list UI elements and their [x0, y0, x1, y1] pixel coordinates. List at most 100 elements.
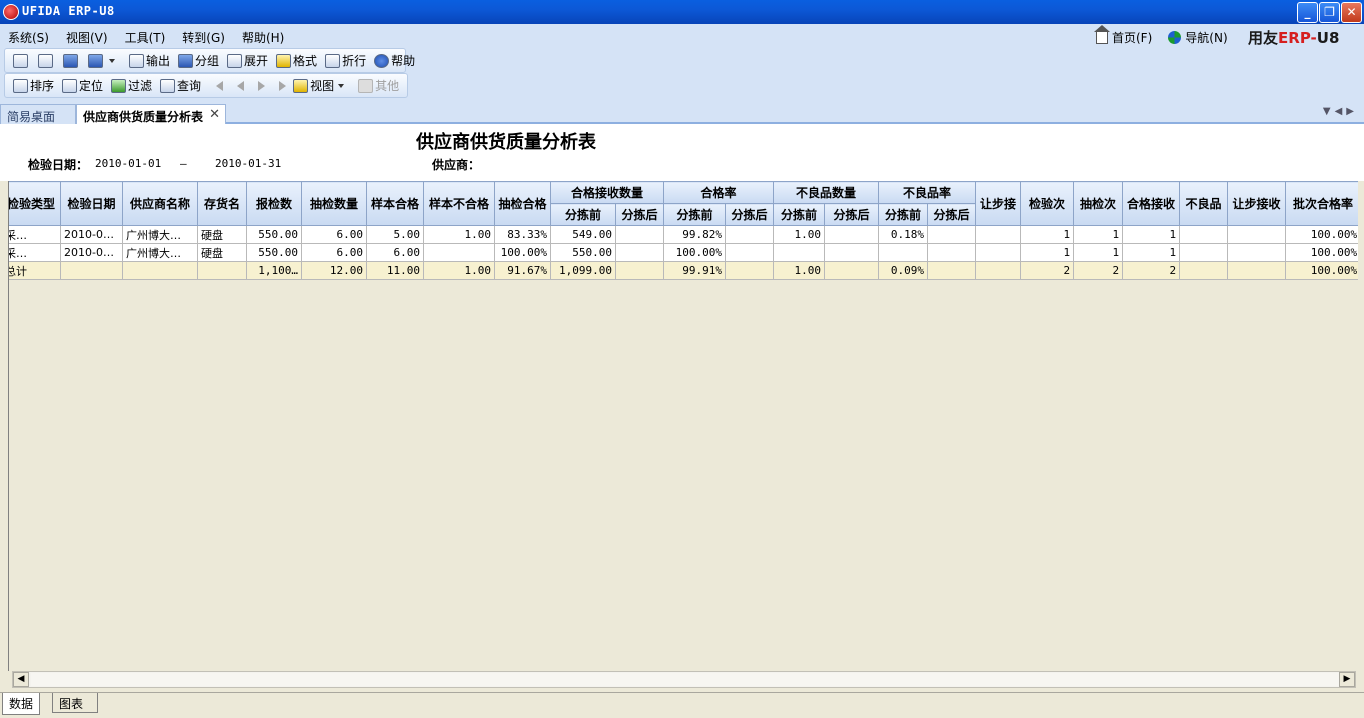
table-cell[interactable]: 硬盘: [197, 243, 247, 262]
filter-button[interactable]: 过滤: [111, 77, 152, 94]
table-cell[interactable]: 550.00: [550, 243, 616, 262]
table-cell[interactable]: 6.00: [366, 243, 424, 262]
table-cell[interactable]: 2: [1122, 261, 1181, 280]
table-cell[interactable]: [1179, 243, 1229, 262]
query-button[interactable]: 查询: [160, 77, 201, 94]
table-cell[interactable]: [423, 243, 495, 262]
menu-goto[interactable]: 转到(G): [182, 29, 225, 46]
table-cell[interactable]: 1: [1020, 225, 1075, 244]
total-row[interactable]: 总计1,100…12.0011.001.0091.67%1,099.0099.9…: [9, 261, 1358, 280]
table-cell[interactable]: [1227, 261, 1287, 280]
col-batch-pass-rate[interactable]: 批次合格率: [1285, 181, 1358, 226]
col-concession[interactable]: 让步接: [975, 181, 1022, 226]
table-cell[interactable]: [1179, 225, 1229, 244]
tab-simple-desktop[interactable]: 简易桌面: [0, 104, 76, 124]
table-cell[interactable]: 1: [1073, 225, 1124, 244]
table-cell[interactable]: 5.00: [366, 225, 424, 244]
col-pass-rate[interactable]: 合格率: [663, 181, 775, 204]
scroll-left-button[interactable]: ◀: [13, 672, 29, 687]
table-cell[interactable]: 6.00: [301, 225, 367, 244]
table-cell[interactable]: 2010-0…: [60, 243, 123, 262]
table-cell[interactable]: 99.91%: [663, 261, 727, 280]
table-cell[interactable]: 1,100…: [246, 261, 302, 280]
table-cell[interactable]: [614, 261, 665, 280]
table-cell[interactable]: 11.00: [366, 261, 424, 280]
table-cell[interactable]: [824, 261, 880, 280]
tab-supplier-quality-report[interactable]: 供应商供货质量分析表 ✕: [76, 104, 226, 124]
subcol-after-sort[interactable]: 分拣后: [725, 203, 775, 226]
table-cell[interactable]: 0.09%: [878, 261, 929, 280]
subcol-before-sort[interactable]: 分拣前: [663, 203, 727, 226]
scroll-thumb[interactable]: [31, 673, 1339, 686]
export-button[interactable]: 输出: [129, 52, 170, 69]
table-cell[interactable]: 6.00: [301, 243, 367, 262]
table-cell[interactable]: [725, 261, 775, 280]
menu-tools[interactable]: 工具(T): [125, 29, 166, 46]
first-record-icon[interactable]: [216, 80, 224, 91]
save-as-button[interactable]: [88, 53, 121, 68]
table-cell[interactable]: 采…: [9, 225, 61, 244]
table-cell[interactable]: 1.00: [773, 225, 826, 244]
col-sample-pass-rate[interactable]: 抽检合格: [494, 181, 551, 226]
table-cell[interactable]: 100.00%: [663, 243, 727, 262]
table-cell[interactable]: [975, 225, 1022, 244]
horizontal-scrollbar[interactable]: ◀ ▶: [12, 671, 1356, 688]
table-cell[interactable]: 0.18%: [878, 225, 929, 244]
col-supplier-name[interactable]: 供应商名称: [122, 181, 198, 226]
table-cell[interactable]: [975, 243, 1022, 262]
sheet-tab-data[interactable]: 数据: [2, 693, 41, 715]
table-cell[interactable]: 1,099.00: [550, 261, 616, 280]
col-inventory-name[interactable]: 存货名: [197, 181, 247, 226]
table-cell[interactable]: 549.00: [550, 225, 616, 244]
table-cell[interactable]: 550.00: [246, 225, 302, 244]
nav-link[interactable]: 导航(N): [1168, 29, 1228, 46]
preview-button[interactable]: [38, 53, 55, 68]
table-cell[interactable]: 广州博大…: [122, 243, 198, 262]
table-cell[interactable]: 采…: [9, 243, 61, 262]
table-cell[interactable]: 广州博大…: [122, 225, 198, 244]
last-record-icon[interactable]: [279, 80, 287, 91]
table-cell[interactable]: [927, 243, 977, 262]
table-cell[interactable]: [725, 243, 775, 262]
prev-record-icon[interactable]: [237, 80, 245, 91]
table-cell[interactable]: 100.00%: [1285, 225, 1358, 244]
table-cell[interactable]: 100.00%: [494, 243, 551, 262]
col-accept-qty[interactable]: 合格接收数量: [549, 181, 665, 204]
table-cell[interactable]: [1179, 261, 1229, 280]
table-cell[interactable]: 91.67%: [494, 261, 551, 280]
view-button[interactable]: 视图: [293, 77, 350, 94]
table-cell[interactable]: 99.82%: [663, 225, 727, 244]
col-sample-count[interactable]: 抽检次: [1073, 181, 1124, 226]
home-link[interactable]: 首页(F): [1094, 24, 1152, 46]
col-defect-qty[interactable]: 不良品数量: [773, 181, 880, 204]
table-cell[interactable]: [197, 261, 247, 280]
table-cell[interactable]: [975, 261, 1022, 280]
table-cell[interactable]: 100.00%: [1285, 243, 1358, 262]
table-cell[interactable]: [1227, 243, 1287, 262]
scroll-right-button[interactable]: ▶: [1339, 672, 1355, 687]
table-cell[interactable]: 2: [1073, 261, 1124, 280]
table-cell[interactable]: 12.00: [301, 261, 367, 280]
table-cell[interactable]: 1: [1073, 243, 1124, 262]
table-cell[interactable]: [122, 261, 198, 280]
locate-button[interactable]: 定位: [62, 77, 103, 94]
col-inspection-type[interactable]: 检验类型: [9, 181, 61, 226]
table-cell[interactable]: [614, 225, 665, 244]
col-defect-rate[interactable]: 不良品率: [878, 181, 977, 204]
subcol-after-sort[interactable]: 分拣后: [614, 203, 665, 226]
menu-help[interactable]: 帮助(H): [242, 29, 284, 46]
subcol-before-sort[interactable]: 分拣前: [773, 203, 826, 226]
expand-button[interactable]: 展开: [227, 52, 268, 69]
col-sample-fail[interactable]: 样本不合格: [423, 181, 495, 226]
menu-view[interactable]: 视图(V): [66, 29, 108, 46]
table-cell[interactable]: 硬盘: [197, 225, 247, 244]
table-cell[interactable]: 100.00%: [1285, 261, 1358, 280]
table-cell[interactable]: [927, 225, 977, 244]
menu-system[interactable]: 系统(S): [8, 29, 49, 46]
col-report-qty[interactable]: 报检数: [246, 181, 302, 226]
col-concession-accept[interactable]: 让步接收: [1227, 181, 1287, 226]
col-inspect-count[interactable]: 检验次: [1020, 181, 1075, 226]
table-row[interactable]: 采…2010-0…广州博大…硬盘550.006.006.00100.00%550…: [9, 243, 1358, 262]
table-cell[interactable]: 1.00: [423, 261, 495, 280]
format-button[interactable]: 格式: [276, 52, 317, 69]
